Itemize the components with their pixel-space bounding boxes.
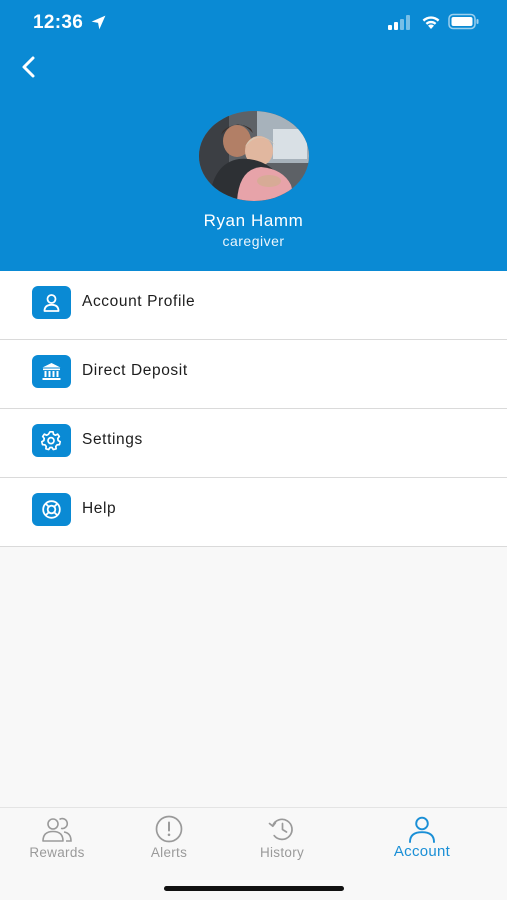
account-menu: Account Profile Direct Deposit Settings … — [0, 271, 507, 547]
profile-role: caregiver — [222, 233, 285, 249]
chevron-left-icon — [22, 56, 35, 78]
menu-item-direct-deposit[interactable]: Direct Deposit — [0, 340, 507, 409]
menu-item-label: Direct Deposit — [82, 362, 188, 379]
alert-circle-icon — [155, 815, 183, 843]
user-icon — [43, 294, 60, 312]
status-time: 12:36 — [33, 12, 84, 33]
users-icon — [42, 817, 72, 842]
battery-icon — [448, 13, 479, 30]
profile-header: 12:36 Ryan Hamm caregiver — [0, 0, 507, 271]
tab-history[interactable]: History — [222, 808, 342, 868]
wifi-icon — [422, 16, 440, 29]
user-icon — [409, 816, 435, 843]
location-arrow-icon — [91, 15, 106, 30]
tab-account[interactable]: Account — [362, 808, 482, 868]
menu-icon-tile — [32, 493, 71, 526]
profile-photo — [199, 111, 309, 201]
avatar[interactable] — [199, 111, 309, 201]
menu-item-label: Settings — [82, 431, 143, 448]
menu-item-settings[interactable]: Settings — [0, 409, 507, 478]
tab-label: Alerts — [150, 845, 188, 860]
account-screen: 12:36 Ryan Hamm caregiver Account Profil… — [0, 0, 507, 900]
history-icon — [268, 818, 293, 841]
gear-icon — [41, 430, 62, 451]
menu-item-help[interactable]: Help — [0, 478, 507, 547]
profile-name: Ryan Hamm — [203, 211, 304, 230]
menu-icon-tile — [32, 424, 71, 457]
menu-item-label: Account Profile — [82, 293, 196, 310]
menu-item-account-profile[interactable]: Account Profile — [0, 271, 507, 340]
cellular-signal-icon — [388, 15, 410, 30]
menu-item-label: Help — [82, 500, 117, 517]
home-indicator[interactable] — [164, 886, 344, 891]
tab-rewards[interactable]: Rewards — [0, 808, 117, 868]
status-bar: 12:36 — [0, 0, 507, 46]
menu-icon-tile — [32, 355, 71, 388]
menu-icon-tile — [32, 286, 71, 319]
back-button[interactable] — [14, 52, 44, 82]
tab-bar: Rewards Alerts History Account — [0, 807, 507, 900]
tab-label: Rewards — [29, 845, 85, 860]
lifebuoy-icon — [42, 500, 61, 519]
bank-icon — [42, 363, 61, 380]
tab-alerts[interactable]: Alerts — [109, 808, 229, 868]
tab-label: Account — [393, 843, 451, 860]
tab-label: History — [259, 845, 305, 860]
